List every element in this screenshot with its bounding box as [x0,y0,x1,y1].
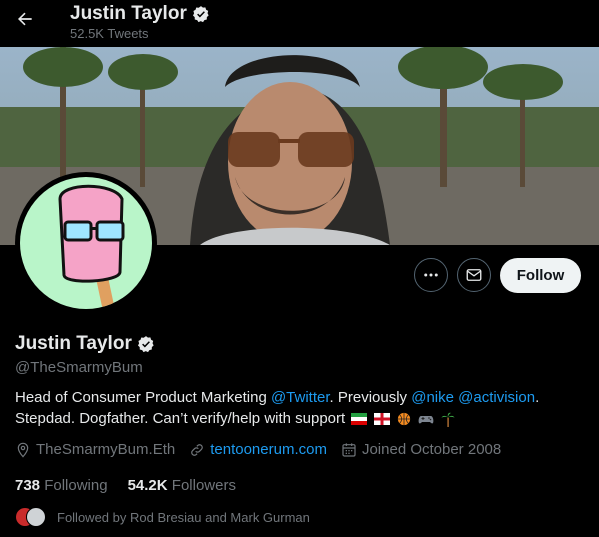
more-options-button[interactable] [414,258,448,292]
join-date-text: Joined October 2008 [361,441,502,458]
mention-twitter-link[interactable]: @Twitter [271,389,330,406]
avatar-image [20,177,152,309]
profile-name: Justin Taylor [15,333,132,354]
palm-tree-icon [441,412,455,427]
mention-activision-link[interactable]: @activision [458,389,535,406]
link-icon [191,443,204,456]
followers-count: 54.2K [127,477,168,494]
followers-stat[interactable]: 54.2K Followers [128,477,236,494]
following-label: Following [44,477,108,494]
location-text: TheSmarmyBum.Eth [36,441,176,458]
followers-label: Followers [171,477,236,494]
top-bar: Justin Taylor 52.5K Tweets [0,0,599,47]
website: tentoonerum.com [189,441,327,458]
follow-button[interactable]: Follow [500,258,581,293]
mini-avatar [26,507,46,527]
following-stat[interactable]: 738 Following [15,477,108,494]
message-button[interactable] [457,258,491,292]
followed-by-text: Followed by Rod Bresiau and Mark Gurman [57,509,310,525]
more-dots-icon [424,273,438,277]
profile-meta: TheSmarmyBum.Eth tentoonerum.com Joined … [15,441,515,458]
bio-line-2: Stepdad. Dogfather. Can’t verify/help wi… [15,410,346,427]
bio-text: Head of Consumer Product Marketing [15,389,271,406]
header-title: Justin Taylor [70,3,210,25]
profile-name-row: Justin Taylor [15,333,155,355]
envelope-icon [466,269,482,281]
mention-nike-link[interactable]: @nike [411,389,454,406]
following-count: 738 [15,477,41,494]
verified-badge-icon[interactable] [137,335,155,353]
followed-by[interactable]: Followed by Rod Bresiau and Mark Gurman [15,507,310,527]
calendar-icon [342,442,356,457]
followed-by-avatars [15,507,47,527]
arrow-left-icon [18,12,32,26]
bio-text: . [535,389,540,406]
england-flag-icon [373,413,390,426]
follow-stats: 738 Following 54.2K Followers [15,477,236,494]
location-pin-icon [17,442,29,458]
header-name: Justin Taylor [70,3,187,24]
profile-bio: Head of Consumer Product Marketing @Twit… [15,387,585,429]
game-controller-icon [418,416,434,424]
popsicle-avatar-icon [20,177,152,309]
basketball-icon [397,412,410,426]
avatar[interactable] [15,172,157,314]
location: TheSmarmyBum.Eth [15,441,175,458]
back-button[interactable] [12,6,38,32]
website-link[interactable]: tentoonerum.com [210,441,327,458]
bio-text: . Previously [329,389,412,406]
verified-badge-icon [192,6,209,23]
profile-handle: @TheSmarmyBum [15,359,143,376]
join-date: Joined October 2008 [341,441,501,458]
tweet-count: 52.5K Tweets [70,26,149,41]
iran-flag-icon [351,413,368,426]
